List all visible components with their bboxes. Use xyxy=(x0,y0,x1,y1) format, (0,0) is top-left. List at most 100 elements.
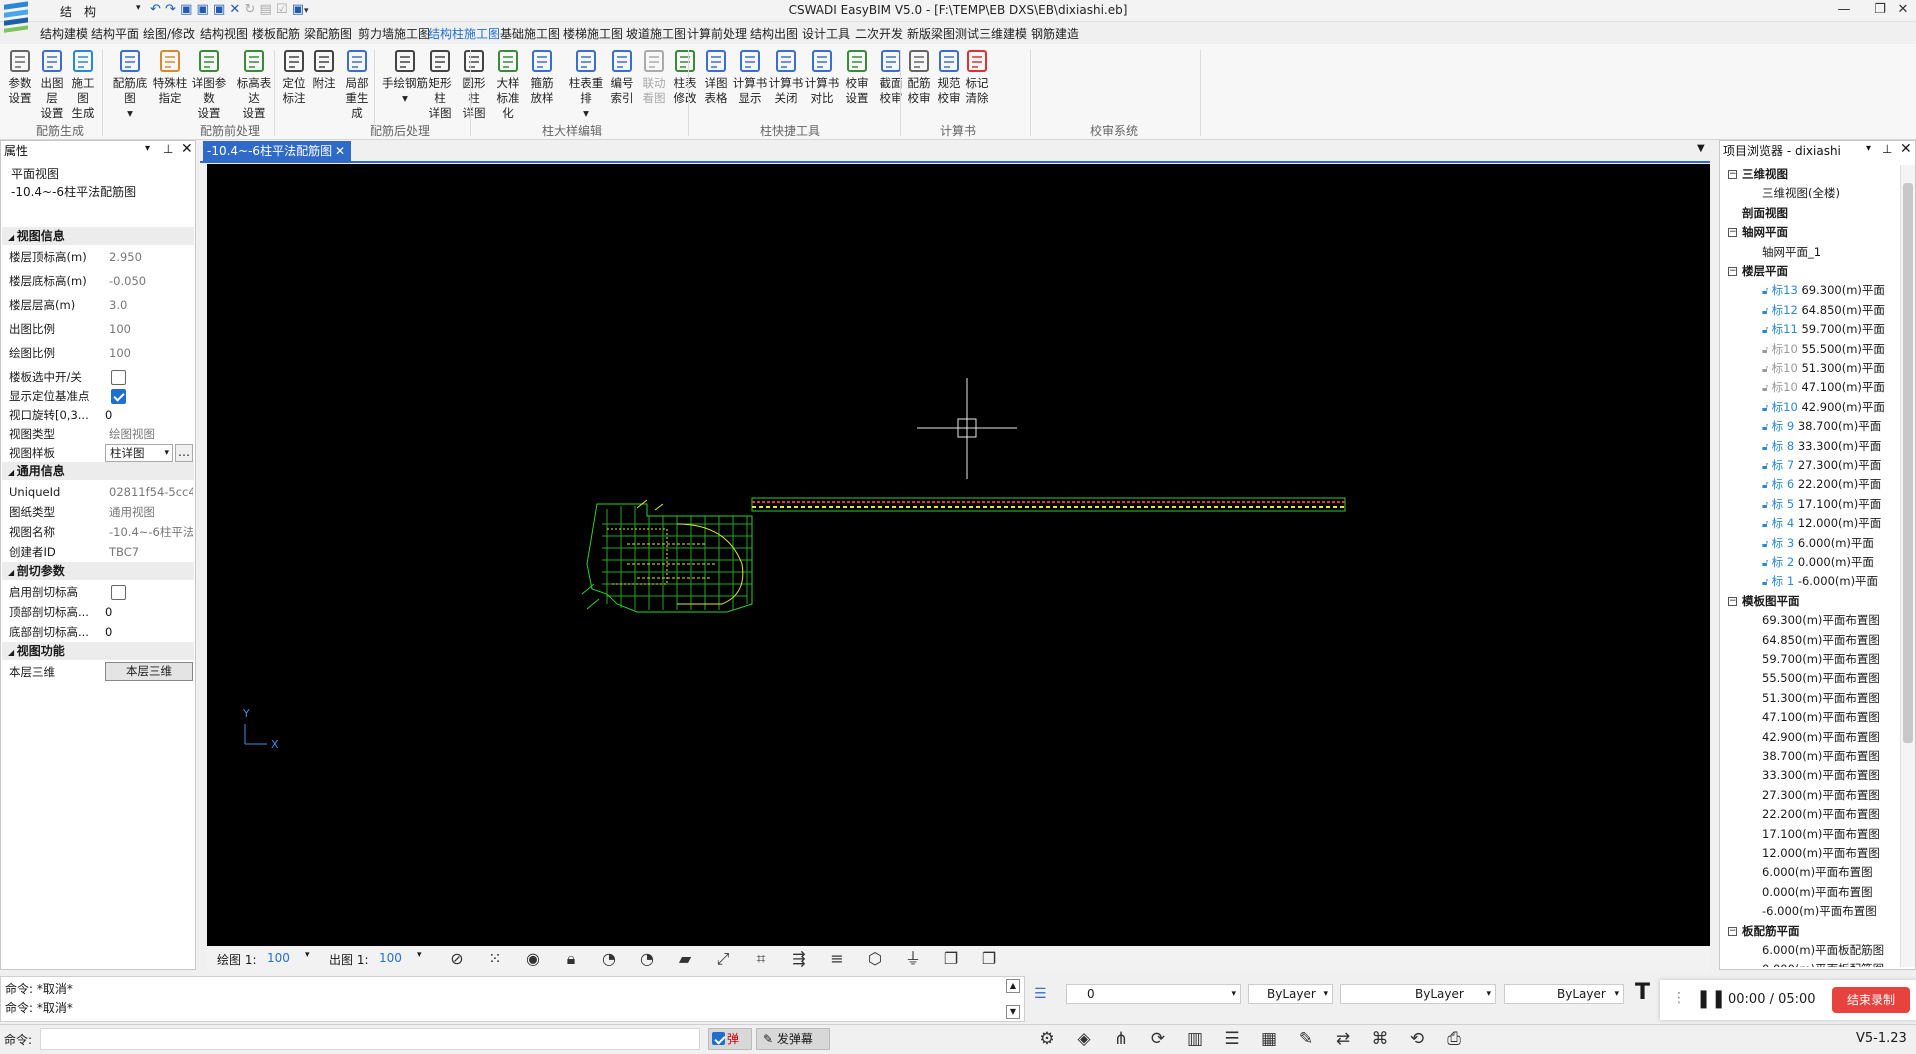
tree-node[interactable]: 轴网平面 xyxy=(1742,223,1788,241)
layer-manager-icon[interactable]: ☰ xyxy=(1034,986,1047,1002)
tree-node[interactable]: 🔓︎ 标 4 12.000(m)平面 xyxy=(1762,514,1881,532)
ribbon-btn-12[interactable]: 圆形柱 详图 xyxy=(458,48,490,121)
tab-7[interactable]: 结构柱施工图 xyxy=(428,25,500,42)
browser-close-icon[interactable]: ✕ xyxy=(1900,141,1912,157)
prop-checkbox[interactable] xyxy=(111,389,126,404)
tree-node[interactable]: 🔓︎ 标12 64.850(m)平面 xyxy=(1762,301,1885,319)
tree-node[interactable]: 55.500(m)平面布置图 xyxy=(1762,669,1880,687)
tab-4[interactable]: 楼板配筋 xyxy=(252,25,300,42)
tree-collapse-icon[interactable]: − xyxy=(1728,926,1737,936)
pin-icon[interactable]: ⊥ xyxy=(163,142,173,156)
tree-collapse-icon[interactable]: − xyxy=(1728,170,1737,179)
tab-1[interactable]: 结构平面 xyxy=(91,25,139,42)
section-view_info[interactable]: ◢ 视图信息 xyxy=(2,227,194,245)
tree-node[interactable]: 59.700(m)平面布置图 xyxy=(1762,650,1880,668)
lineweight-select[interactable]: ByLayer ▾ xyxy=(1504,984,1624,1004)
ribbon-btn-11[interactable]: 矩形柱 详图 xyxy=(424,48,456,121)
tree-node[interactable]: 剖面视图 xyxy=(1742,204,1788,222)
tree-node[interactable]: 🔓︎ 标 3 6.000(m)平面 xyxy=(1762,534,1874,552)
browser-menu-icon[interactable]: ▾ xyxy=(1866,143,1871,154)
eye-icon[interactable]: ◉ xyxy=(520,946,546,972)
tree-node[interactable]: 47.100(m)平面布置图 xyxy=(1762,708,1880,726)
tree-node[interactable]: 🔓︎ 标 1 -6.000(m)平面 xyxy=(1762,572,1878,590)
danmaku-button[interactable]: ✎ 发弹幕 xyxy=(756,1028,830,1050)
rotate-icon[interactable]: ⟳ xyxy=(1145,1027,1171,1051)
tree-node[interactable]: 33.300(m)平面布置图 xyxy=(1762,766,1880,784)
section-func[interactable]: ◢ 视图功能 xyxy=(2,642,194,660)
ribbon-btn-2[interactable]: 施工图 生成 xyxy=(66,48,100,121)
snap-icon[interactable]: ⌗ xyxy=(748,946,774,972)
ribbon-btn-9[interactable]: 局部 重生成 xyxy=(340,48,374,121)
ribbon-btn-20[interactable]: 计算书 显示 xyxy=(732,48,768,106)
tree-node[interactable]: 27.300(m)平面布置图 xyxy=(1762,786,1880,804)
tree-node[interactable]: 22.200(m)平面布置图 xyxy=(1762,805,1880,823)
draw-scale-dropdown-icon[interactable]: ▾ xyxy=(305,950,310,960)
ribbon-btn-15[interactable]: 柱表重排 ▾ xyxy=(564,48,608,121)
tab-2[interactable]: 绘图/修改 xyxy=(143,25,195,42)
ribbon-btn-1[interactable]: 出图层 设置 xyxy=(36,48,68,121)
ribbon-btn-19[interactable]: 详图 表格 xyxy=(702,48,730,106)
refresh-icon[interactable]: ⟲ xyxy=(1404,1027,1430,1051)
ribbon-btn-13[interactable]: 大样 标准化 xyxy=(492,48,524,121)
tab-15[interactable]: 新版梁图测试 xyxy=(907,25,979,42)
tree-node[interactable]: 🔓︎ 标 5 17.100(m)平面 xyxy=(1762,495,1881,513)
doc-tab[interactable]: -10.4~-6柱平法配筋图 ✕ xyxy=(203,141,351,161)
drag-handle-icon[interactable]: ⋮ xyxy=(1672,990,1686,1006)
tree-node[interactable]: 🔓︎ 标 8 33.300(m)平面 xyxy=(1762,437,1881,455)
tab-3[interactable]: 结构视图 xyxy=(200,25,248,42)
filter-icon[interactable]: ⏚ xyxy=(900,946,926,972)
tab-8[interactable]: 基础施工图 xyxy=(500,25,560,42)
ribbon-btn-3[interactable]: 配筋底图 ▾ xyxy=(108,48,152,121)
tab-13[interactable]: 设计工具 xyxy=(802,25,850,42)
dwg-export-icon[interactable]: ⇶ xyxy=(786,946,812,972)
color-select[interactable]: ByLayer ▾ xyxy=(1248,984,1333,1004)
tab-9[interactable]: 楼梯施工图 xyxy=(563,25,623,42)
stop-record-button[interactable]: 结束录制 xyxy=(1832,987,1910,1013)
tree-node[interactable]: 🔓︎ 标10 55.500(m)平面 xyxy=(1762,340,1885,358)
tab-5[interactable]: 梁配筋图 xyxy=(304,25,352,42)
ribbon-btn-6[interactable]: 标高表达 设置 xyxy=(232,48,276,121)
tree-node[interactable]: 轴网平面_1 xyxy=(1762,243,1821,261)
out-scale-value[interactable]: 100 xyxy=(379,951,402,965)
prop-checkbox[interactable] xyxy=(111,585,126,600)
ribbon-btn-4[interactable]: 特殊柱 指定 xyxy=(152,48,188,106)
ribbon-btn-5[interactable]: 详图参数 设置 xyxy=(188,48,230,121)
browser-pin-icon[interactable]: ⊥ xyxy=(1882,142,1892,156)
dwg-icon[interactable]: ▦ xyxy=(1256,1027,1282,1051)
tree-node[interactable]: 69.300(m)平面布置图 xyxy=(1762,611,1880,629)
prop-value[interactable]: 0 xyxy=(105,622,189,642)
ribbon-btn-10[interactable]: 手绘钢筋 ▾ xyxy=(380,48,430,106)
ribbon-btn-26[interactable]: 规范 校审 xyxy=(934,48,964,106)
panel-close-icon[interactable]: ✕ xyxy=(181,141,193,157)
cmd-scroll-up-icon[interactable]: ▲ xyxy=(1006,979,1020,993)
tree-node[interactable]: 6.000(m)平面布置图 xyxy=(1762,863,1873,881)
swap-icon[interactable]: ⇄ xyxy=(1330,1027,1356,1051)
section-general[interactable]: ◢ 通用信息 xyxy=(2,462,194,480)
list-icon[interactable]: ☰ xyxy=(1219,1027,1245,1051)
tab-6[interactable]: 剪力墙施工图 xyxy=(358,25,430,42)
tree-node[interactable]: 0.000(m)平面板配筋图 xyxy=(1762,960,1884,967)
doc-tab-close-icon[interactable]: ✕ xyxy=(335,141,345,161)
linetype-select[interactable]: ByLayer ▾ xyxy=(1340,984,1496,1004)
prop-value[interactable]: 0 xyxy=(105,405,189,425)
ribbon-btn-17[interactable]: 联动 看图 xyxy=(640,48,668,106)
layers-stack-icon[interactable]: ◈ xyxy=(1071,1027,1097,1051)
ribbon-btn-21[interactable]: 计算书 关闭 xyxy=(768,48,804,106)
panel-menu-icon[interactable]: ▾ xyxy=(145,143,150,154)
ribbon-btn-14[interactable]: 箍筋 放样 xyxy=(526,48,558,106)
tree-node[interactable]: 模板图平面 xyxy=(1742,592,1800,610)
doc-list-icon[interactable]: ▼ xyxy=(1697,143,1705,154)
ribbon-btn-0[interactable]: 参数 设置 xyxy=(4,48,36,106)
tree-node[interactable]: 38.700(m)平面布置图 xyxy=(1762,747,1880,765)
tree-collapse-icon[interactable]: − xyxy=(1728,267,1737,276)
collapse-icon[interactable]: ◢ xyxy=(8,648,17,657)
ribbon-btn-18[interactable]: 柱表 修改 xyxy=(670,48,700,106)
cmd-scroll-down-icon[interactable]: ▼ xyxy=(1006,1005,1020,1019)
layer-select[interactable]: 0 ▾ xyxy=(1066,984,1241,1004)
pause-icon[interactable]: ❚❚ xyxy=(1696,988,1726,1009)
visibility-off-icon[interactable]: ⊘ xyxy=(444,946,470,972)
tree-node[interactable]: 🔓︎ 标 9 38.700(m)平面 xyxy=(1762,417,1881,435)
tree-node[interactable]: 0.000(m)平面布置图 xyxy=(1762,883,1873,901)
lock-icon[interactable]: 🔒︎ xyxy=(558,946,584,972)
tree-collapse-icon[interactable]: − xyxy=(1728,596,1737,606)
